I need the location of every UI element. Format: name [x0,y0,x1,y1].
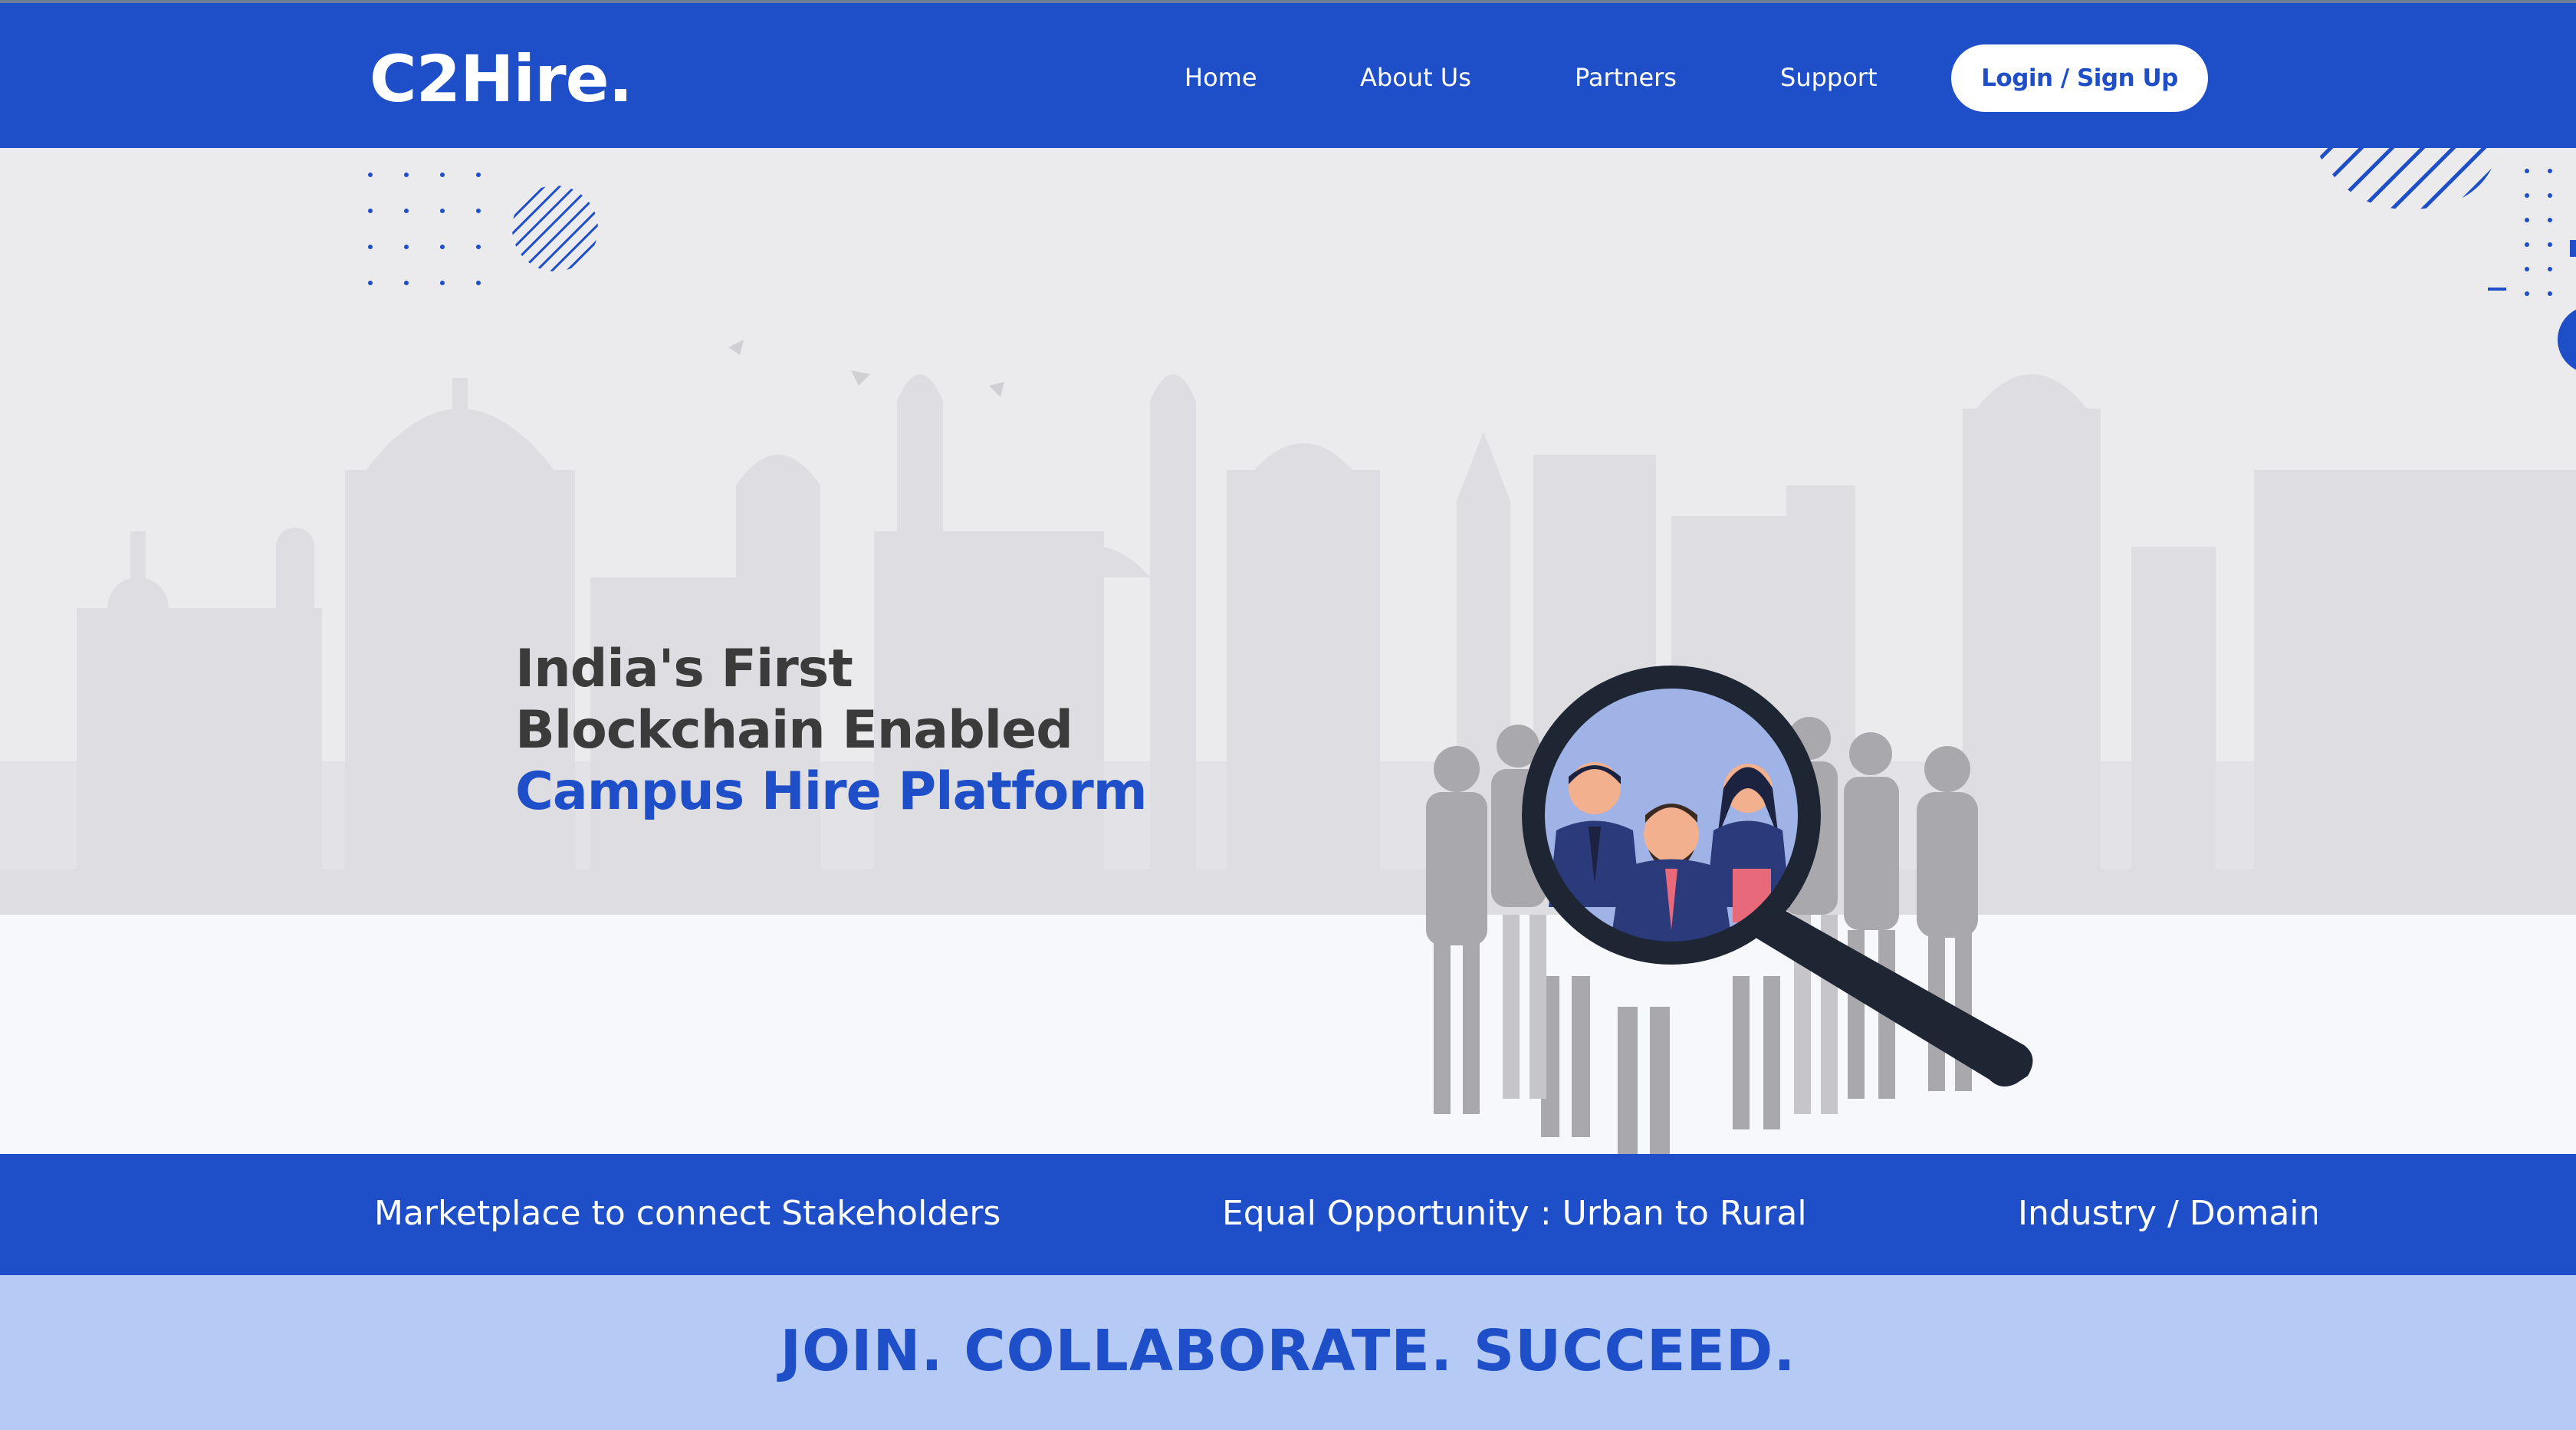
headline-line-3: Campus Hire Platform [515,761,1148,822]
features-bar: Marketplace to connect Stakeholders Equa… [0,1154,2576,1275]
headline-line-1: India's First [515,639,853,699]
hero-headline: India's First Blockchain Enabled Campus … [515,639,1148,823]
feature-item: Marketplace to connect Stakeholders [374,1194,1001,1233]
feature-item: Industry / Domain A [2018,1194,2317,1233]
tagline-text: JOIN. COLLABORATE. SUCCEED. [780,1318,1796,1384]
login-signup-button[interactable]: Login / Sign Up [1951,44,2208,112]
people-magnifier-illustration [1426,666,2033,1154]
features-scroller: Marketplace to connect Stakeholders Equa… [0,1154,2317,1275]
feature-item: Equal Opportunity : Urban to Rural [1222,1194,1807,1233]
hero-section: India's First Blockchain Enabled Campus … [0,148,2576,1154]
striped-circle-icon [512,186,598,271]
city-skyline-illustration [0,148,2576,915]
nav-support[interactable]: Support [1780,63,1878,92]
nav-about-us[interactable]: About Us [1360,63,1471,92]
nav-home[interactable]: Home [1184,63,1257,92]
headline-line-2: Blockchain Enabled [515,700,1073,761]
brand-logo[interactable]: C2Hire. [370,41,632,117]
tagline-section: JOIN. COLLABORATE. SUCCEED. [0,1275,2576,1430]
dot-grid-icon [368,173,481,285]
top-navbar: C2Hire. Home About Us Partners Support L… [0,0,2576,148]
nav-partners[interactable]: Partners [1575,63,1677,92]
